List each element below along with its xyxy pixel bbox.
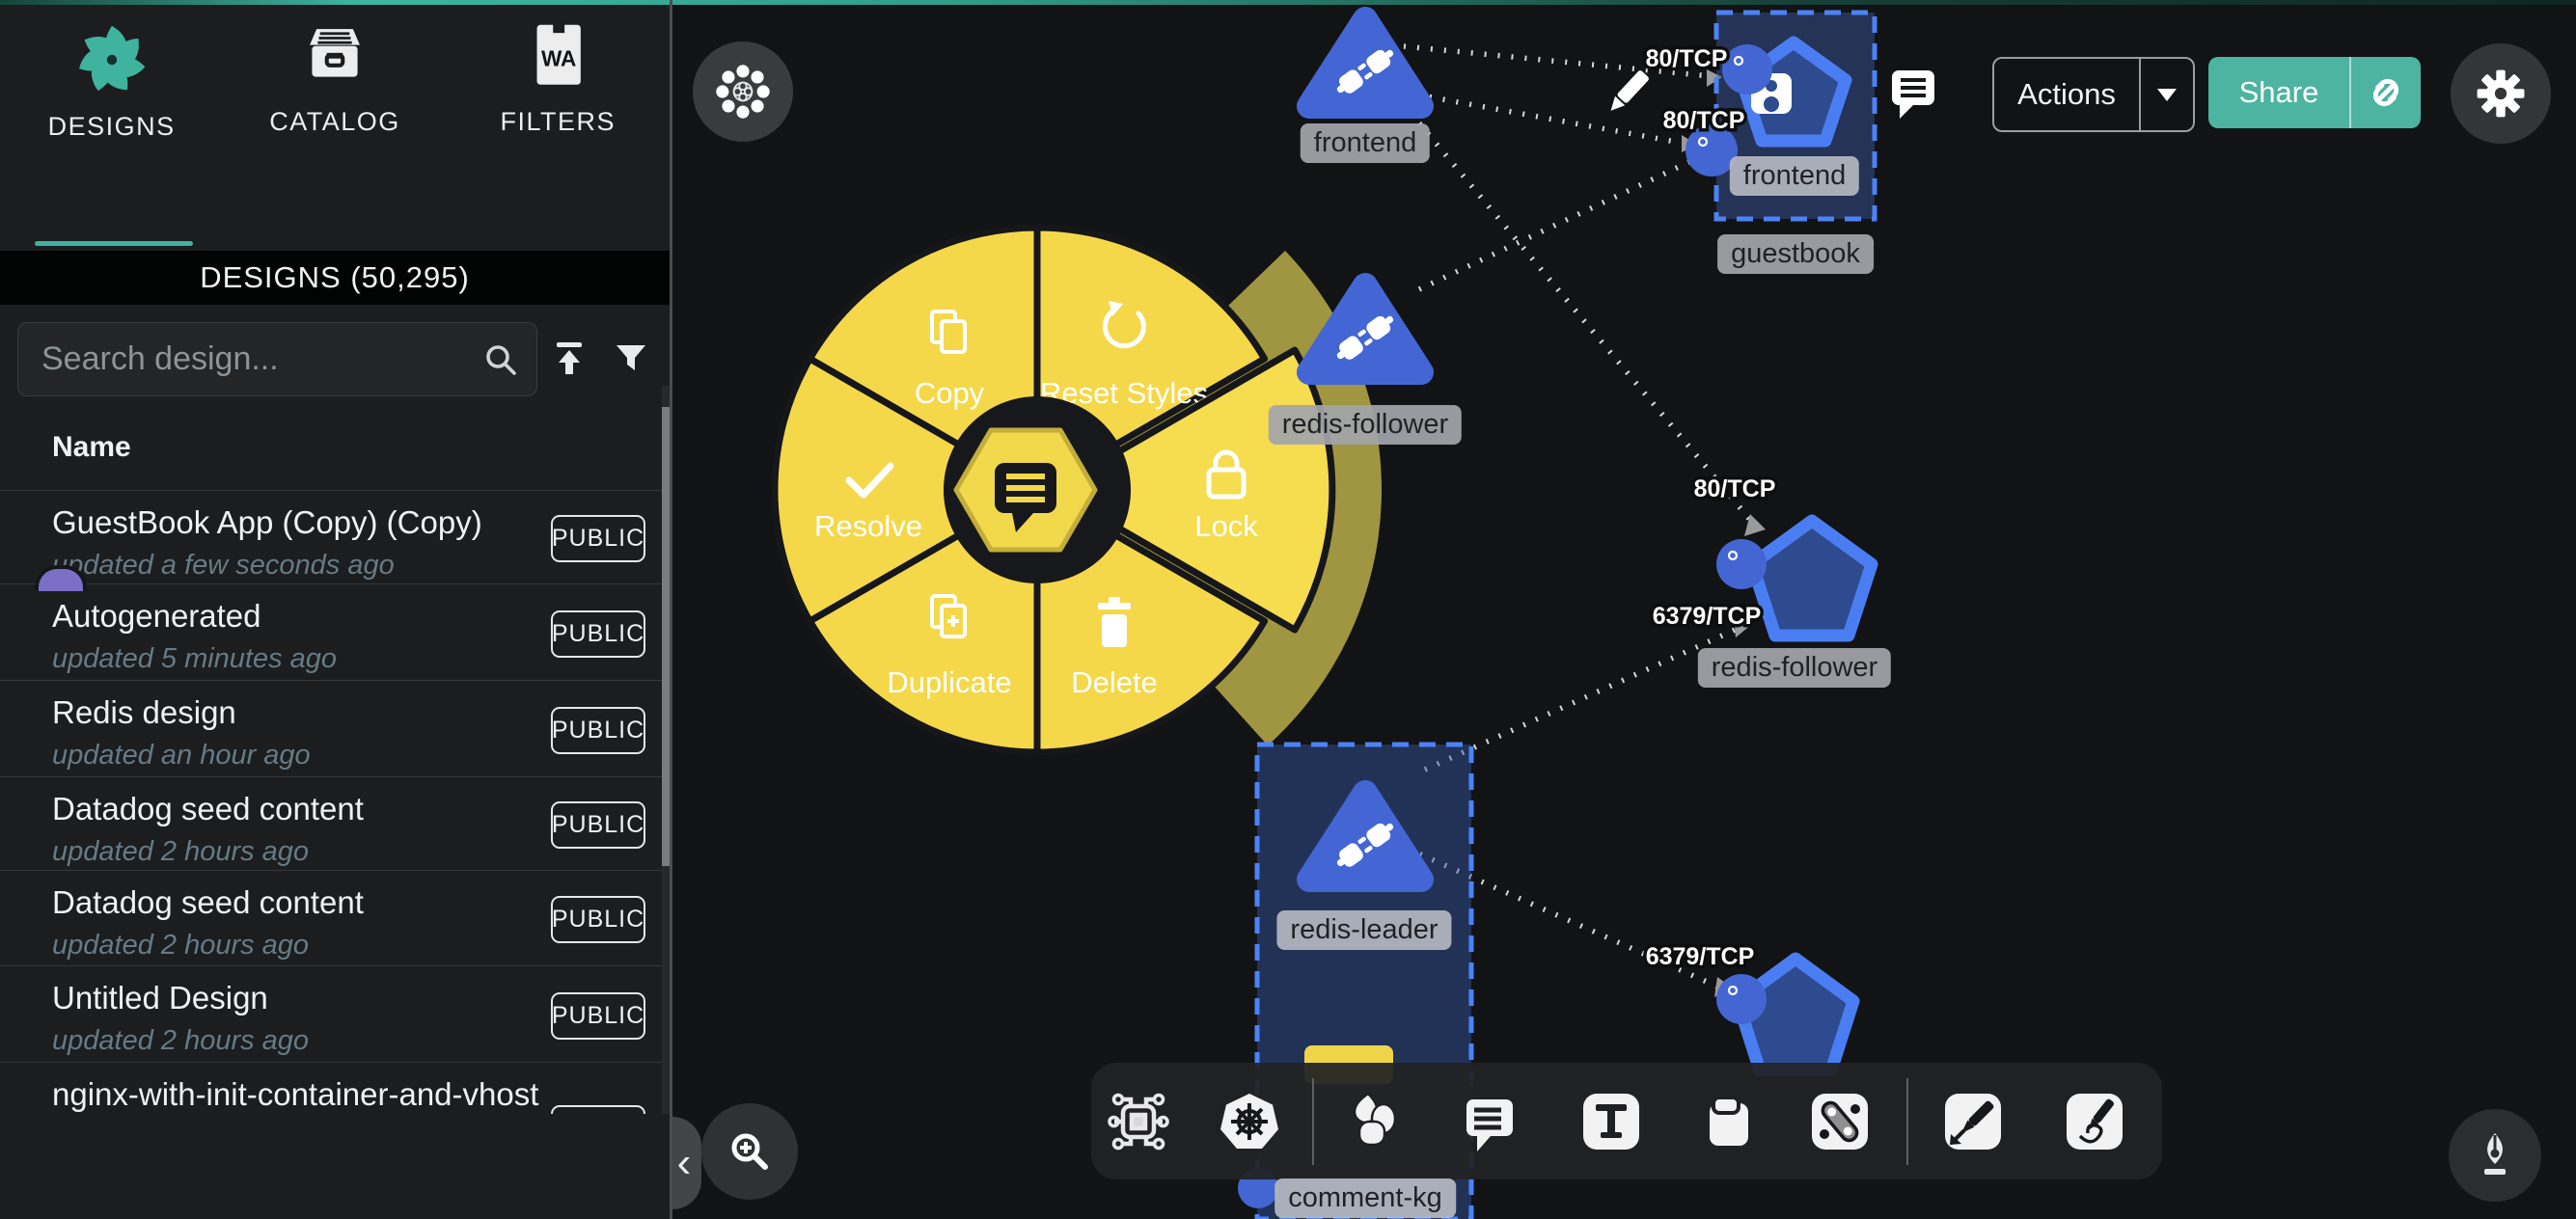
tab-filters-label: FILTERS xyxy=(461,107,654,137)
meshery-logo-icon xyxy=(74,22,150,97)
svg-text:WA: WA xyxy=(541,46,576,71)
toolbar-divider xyxy=(1906,1078,1908,1165)
comment-indicator-icon[interactable] xyxy=(1892,70,1934,119)
zoom-in-button[interactable] xyxy=(701,1103,798,1200)
edge-label: 80/TCP xyxy=(1694,475,1776,502)
node-label-frontend-pod: frontend xyxy=(1730,156,1859,196)
active-tab-underline xyxy=(35,241,193,246)
edge-redisfollower-guestbook xyxy=(1419,159,1695,289)
tab-filters[interactable]: WA FILTERS xyxy=(461,5,654,137)
visibility-badge[interactable]: PUBLIC xyxy=(551,992,645,1040)
visibility-badge[interactable]: PUBLIC xyxy=(551,515,645,562)
caret-down-icon xyxy=(2157,89,2177,101)
redis-follower-service-node[interactable] xyxy=(1309,285,1421,372)
wasm-filter-icon: WA xyxy=(528,22,588,97)
app-window: DESIGNS CATALOG xyxy=(0,0,2576,1219)
node-label-redis-follower-svc: redis-follower xyxy=(1269,405,1462,445)
toolbar-divider xyxy=(1312,1078,1314,1165)
pagination-footer: Rows 25 1-25 50295 ‹ › xyxy=(0,1114,670,1219)
tab-designs-label: DESIGNS xyxy=(15,112,208,142)
panel-title-band: DESIGNS (50,295) xyxy=(0,251,670,305)
actions-button-label: Actions xyxy=(1994,77,2139,112)
actions-dropdown-button[interactable] xyxy=(2141,89,2193,101)
search-input[interactable] xyxy=(40,323,458,395)
link-icon xyxy=(2366,72,2406,113)
design-row-4[interactable]: Datadog seed content updated 2 hours ago… xyxy=(0,777,662,871)
radial-delete-label: Delete xyxy=(1071,665,1158,699)
radial-context-menu: Copy Reset Styles Delete Duplicate xyxy=(775,228,1382,752)
radial-resolve-label: Resolve xyxy=(814,509,922,543)
components-tool[interactable] xyxy=(1107,1090,1170,1153)
settings-button[interactable] xyxy=(2451,43,2551,144)
catalog-drawer-icon xyxy=(303,22,367,97)
node-label-comment-kg: comment-kg xyxy=(1274,1178,1456,1218)
redis-follower-deployment-node[interactable] xyxy=(1752,521,1872,636)
search-box xyxy=(17,322,537,396)
search-icon[interactable] xyxy=(482,341,519,383)
designs-sidebar: DESIGNS CATALOG xyxy=(0,5,670,1219)
design-row-7[interactable]: nginx-with-init-container-and-vhost PUBL… xyxy=(0,1063,662,1114)
circle-node-3 xyxy=(1716,539,1767,589)
design-row-3[interactable]: Redis design updated an hour ago PUBLIC xyxy=(0,681,662,777)
tab-designs[interactable]: DESIGNS xyxy=(15,5,208,142)
filter-designs-button[interactable] xyxy=(606,334,656,384)
funnel-icon xyxy=(615,344,647,373)
share-button[interactable]: Share xyxy=(2208,57,2421,128)
tab-catalog-label: CATALOG xyxy=(238,107,431,137)
visibility-badge[interactable]: PUBLIC xyxy=(551,1105,645,1114)
node-label-guestbook-group: guestbook xyxy=(1717,234,1874,274)
relayout-button[interactable] xyxy=(693,41,793,142)
visibility-badge[interactable]: PUBLIC xyxy=(551,707,645,754)
kubernetes-tool[interactable] xyxy=(1218,1090,1281,1153)
share-button-label: Share xyxy=(2208,75,2349,110)
tab-catalog[interactable]: CATALOG xyxy=(238,5,431,137)
radial-center-badge[interactable] xyxy=(944,396,1131,583)
edge-frontend-guestbook-2 xyxy=(1416,95,1691,145)
pencil-cursor-icon xyxy=(1605,69,1650,116)
upload-design-button[interactable] xyxy=(544,334,594,384)
panel-title: DESIGNS (50,295) xyxy=(200,260,470,295)
visibility-badge[interactable]: PUBLIC xyxy=(551,801,645,849)
zoom-in-icon xyxy=(723,1124,777,1178)
column-header-name: Name xyxy=(52,431,131,464)
edge-draw-tool[interactable] xyxy=(1941,1090,2005,1153)
edge-label: 6379/TCP xyxy=(1653,603,1762,630)
comment-tool[interactable] xyxy=(1458,1090,1521,1153)
frontend-service-node[interactable] xyxy=(1309,19,1421,106)
snowflake-icon xyxy=(713,62,773,122)
edge-label: 80/TCP xyxy=(1646,45,1728,72)
design-row-6[interactable]: Untitled Design updated 2 hours ago PUBL… xyxy=(0,966,662,1063)
freehand-draw-tool[interactable] xyxy=(2063,1090,2126,1153)
actions-button[interactable]: Actions xyxy=(1992,57,2195,132)
design-canvas[interactable]: Copy Reset Styles Delete Duplicate xyxy=(672,0,2576,1219)
design-row-2[interactable]: Autogenerated updated 5 minutes ago PUBL… xyxy=(0,584,662,681)
design-row-5[interactable]: Datadog seed content updated 2 hours ago… xyxy=(0,871,662,966)
radial-lock-label: Lock xyxy=(1194,509,1258,543)
radial-duplicate-label: Duplicate xyxy=(887,665,1011,699)
edge-label: 80/TCP xyxy=(1663,107,1745,134)
gear-icon xyxy=(2471,64,2531,123)
circle-node-1 xyxy=(1722,44,1772,95)
text-tool[interactable] xyxy=(1579,1090,1643,1153)
visibility-badge[interactable]: PUBLIC xyxy=(551,610,645,658)
delete-icon xyxy=(1098,597,1131,647)
sidebar-tabs: DESIGNS CATALOG xyxy=(0,5,670,227)
pen-nib-icon xyxy=(2463,1124,2527,1187)
link-edge-tool[interactable] xyxy=(1808,1090,1872,1153)
edge-label: 6379/TCP xyxy=(1646,943,1755,970)
circle-node-4 xyxy=(1716,974,1767,1024)
node-label-redis-follower-pod: redis-follower xyxy=(1698,648,1891,688)
shapes-tool[interactable] xyxy=(1343,1090,1407,1153)
copy-link-button[interactable] xyxy=(2351,72,2421,113)
pen-tool-button[interactable] xyxy=(2449,1109,2541,1202)
radial-copy-label: Copy xyxy=(915,376,985,410)
node-label-redis-leader-svc: redis-leader xyxy=(1276,910,1451,950)
upload-icon xyxy=(553,341,586,376)
note-tool[interactable] xyxy=(1697,1090,1761,1153)
node-label-frontend-svc: frontend xyxy=(1301,123,1430,163)
visibility-badge[interactable]: PUBLIC xyxy=(551,896,645,943)
design-row-1[interactable]: GuestBook App (Copy) (Copy) updated a fe… xyxy=(0,491,662,584)
